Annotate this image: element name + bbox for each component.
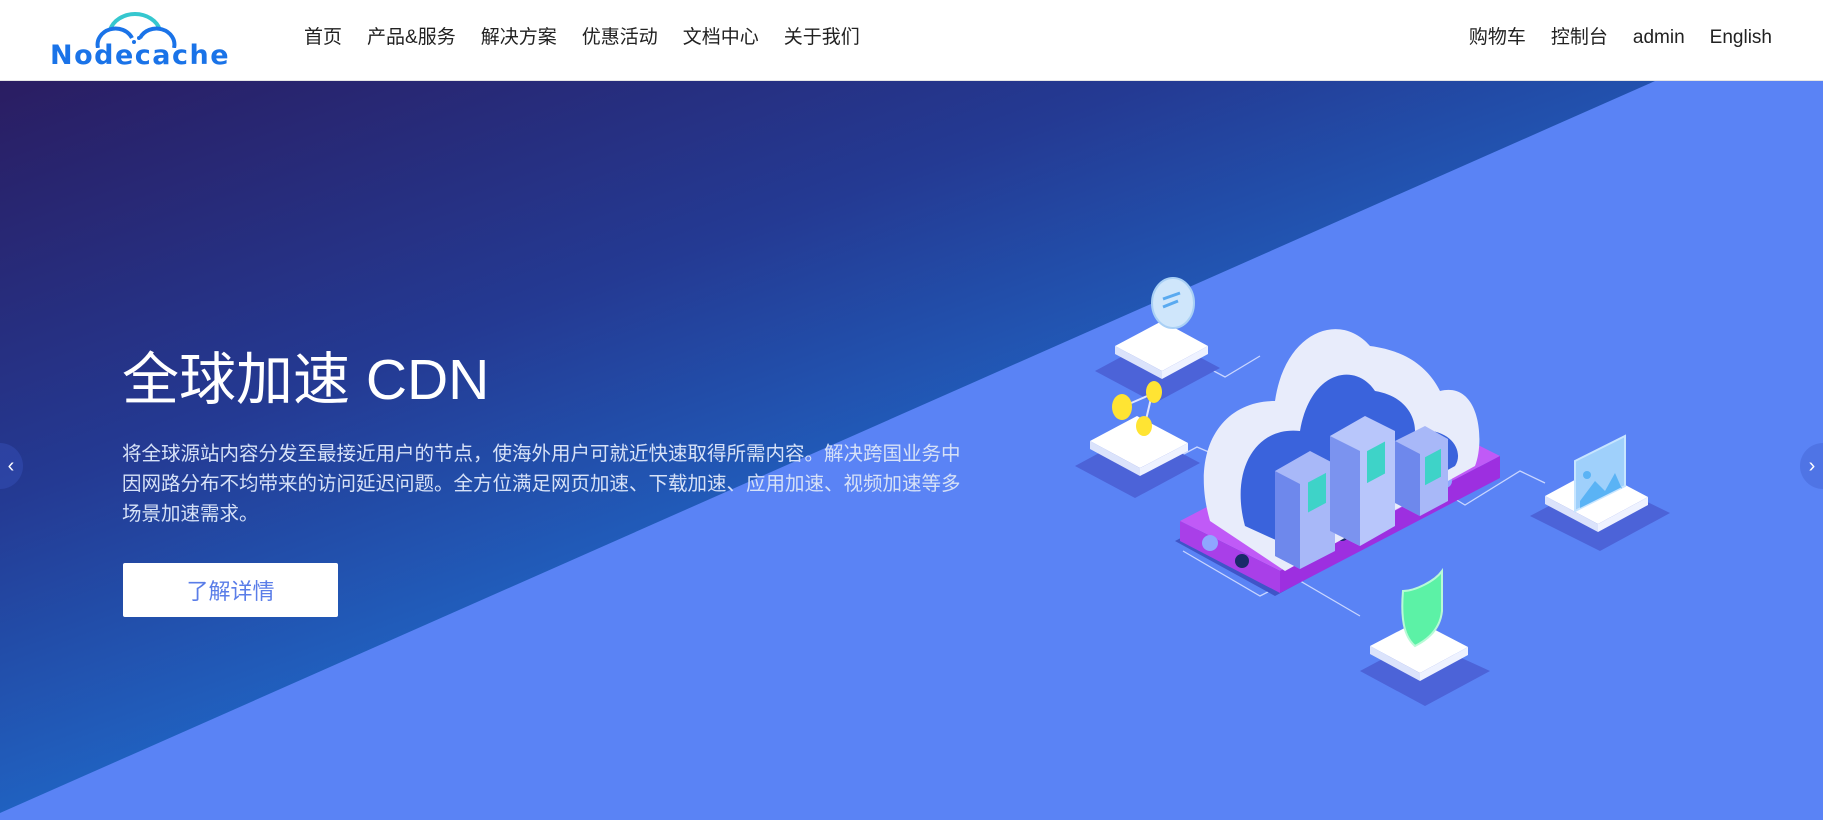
nav-solutions[interactable]: 解决方案 xyxy=(481,25,557,51)
user-nav: 购物车 控制台 admin English xyxy=(1444,25,1772,51)
nav-console[interactable]: 控制台 xyxy=(1551,25,1608,51)
nav-docs[interactable]: 文档中心 xyxy=(683,25,759,51)
carousel-next-button[interactable]: › xyxy=(1800,443,1823,489)
share-nodes-icon xyxy=(1075,381,1200,498)
cloud-servers-network-illustration xyxy=(1075,277,1670,706)
laptop-image-icon xyxy=(1530,434,1670,551)
nav-promotions[interactable]: 优惠活动 xyxy=(582,25,658,51)
main-nav: 首页 产品&服务 解决方案 优惠活动 文档中心 关于我们 xyxy=(304,25,885,51)
brand-name: Nodecache xyxy=(50,40,231,71)
top-header: Nodecache 首页 产品&服务 解决方案 优惠活动 文档中心 关于我们 购… xyxy=(0,0,1823,81)
learn-more-button[interactable]: 了解详情 xyxy=(123,563,338,617)
hero-banner: 全球加速 CDN 将全球源站内容分发至最接近用户的节点，使海外用户可就近快速取得… xyxy=(0,81,1823,820)
chevron-right-icon: › xyxy=(1808,454,1816,477)
nav-cart[interactable]: 购物车 xyxy=(1469,25,1526,51)
shield-icon xyxy=(1360,567,1490,706)
nav-language-english[interactable]: English xyxy=(1710,25,1772,51)
nav-home[interactable]: 首页 xyxy=(304,25,342,51)
nav-about[interactable]: 关于我们 xyxy=(784,25,860,51)
nav-products-services[interactable]: 产品&服务 xyxy=(367,25,456,51)
hero-title: 全球加速 CDN xyxy=(122,348,490,412)
chevron-left-icon: ‹ xyxy=(7,454,15,477)
nav-user-admin[interactable]: admin xyxy=(1633,25,1685,51)
brand-logo[interactable]: Nodecache xyxy=(48,8,229,71)
hero-description: 将全球源站内容分发至最接近用户的节点，使海外用户可就近快速取得所需内容。解决跨国… xyxy=(122,443,961,525)
